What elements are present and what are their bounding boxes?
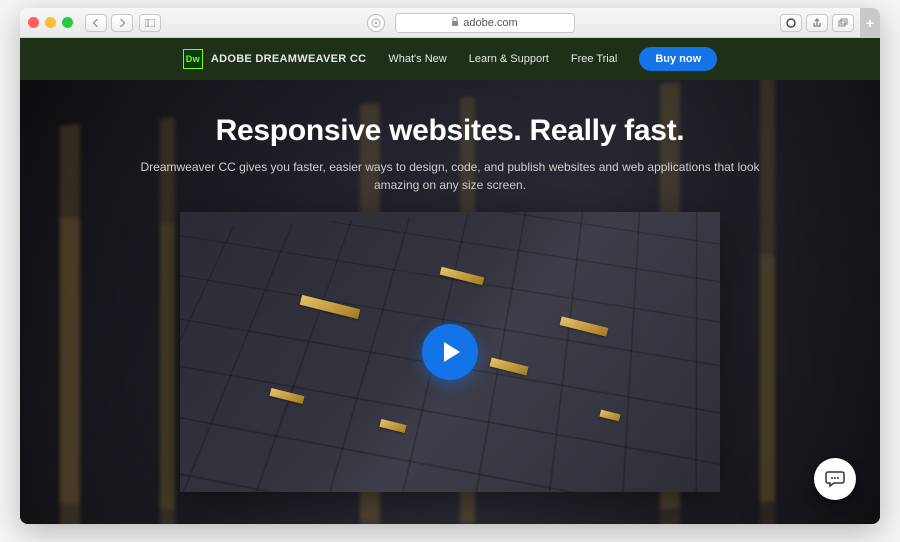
browser-window: adobe.com + Dw ADOBE DREAMWEAVER CC What… xyxy=(20,8,880,524)
brand-label: ADOBE DREAMWEAVER CC xyxy=(211,53,367,65)
buy-now-button[interactable]: Buy now xyxy=(639,47,717,71)
hero-text: Responsive websites. Really fast. Dreamw… xyxy=(20,80,880,194)
close-window-button[interactable] xyxy=(28,17,39,28)
site-settings-button[interactable] xyxy=(367,14,385,32)
hero-subhead: Dreamweaver CC gives you faster, easier … xyxy=(140,158,760,194)
nav-back-forward xyxy=(85,14,133,32)
play-icon xyxy=(442,341,462,363)
toolbar-right-buttons xyxy=(780,14,854,32)
forward-button[interactable] xyxy=(111,14,133,32)
play-button[interactable] xyxy=(422,324,478,380)
lock-icon xyxy=(451,17,459,28)
browser-toolbar: adobe.com + xyxy=(20,8,880,38)
address-bar[interactable]: adobe.com xyxy=(395,13,575,33)
chat-icon xyxy=(825,470,845,488)
hero-video[interactable] xyxy=(180,212,720,492)
minimize-window-button[interactable] xyxy=(45,17,56,28)
page-content: Dw ADOBE DREAMWEAVER CC What's New Learn… xyxy=(20,38,880,524)
maximize-window-button[interactable] xyxy=(62,17,73,28)
brand[interactable]: Dw ADOBE DREAMWEAVER CC xyxy=(183,49,367,69)
nav-link-whats-new[interactable]: What's New xyxy=(388,53,446,65)
url-host: adobe.com xyxy=(463,17,517,29)
back-button[interactable] xyxy=(85,14,107,32)
dreamweaver-logo-icon: Dw xyxy=(183,49,203,69)
nav-link-free-trial[interactable]: Free Trial xyxy=(571,53,617,65)
share-button[interactable] xyxy=(806,14,828,32)
new-tab-button[interactable]: + xyxy=(860,8,880,38)
nav-link-learn-support[interactable]: Learn & Support xyxy=(469,53,549,65)
extension-button[interactable] xyxy=(780,14,802,32)
tabs-button[interactable] xyxy=(832,14,854,32)
site-nav: Dw ADOBE DREAMWEAVER CC What's New Learn… xyxy=(20,38,880,80)
hero-headline: Responsive websites. Really fast. xyxy=(20,114,880,148)
sidebar-toggle-button[interactable] xyxy=(139,14,161,32)
window-controls xyxy=(28,17,73,28)
address-bar-group: adobe.com xyxy=(367,13,575,33)
chat-button[interactable] xyxy=(814,458,856,500)
